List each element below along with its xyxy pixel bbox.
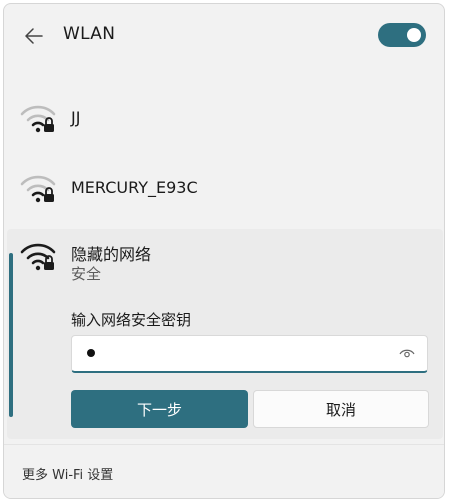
network-name: JJ: [71, 108, 81, 127]
network-item-jj[interactable]: JJ: [4, 86, 444, 152]
more-wifi-settings-link[interactable]: 更多 Wi-Fi 设置: [22, 464, 113, 483]
cancel-button[interactable]: 取消: [253, 390, 429, 428]
security-key-input[interactable]: [71, 335, 428, 373]
wifi-lock-icon: [20, 102, 60, 136]
wlan-flyout: WLAN JJ MERCURY_E93C 隐藏的网络 安全 输入网络安全密钥 下…: [3, 3, 445, 499]
eye-icon[interactable]: [399, 346, 415, 362]
network-name: MERCURY_E93C: [71, 178, 198, 197]
header: WLAN: [4, 4, 444, 68]
network-name: 隐藏的网络: [71, 245, 152, 264]
next-button[interactable]: 下一步: [71, 390, 248, 428]
password-mask: [87, 349, 95, 357]
back-arrow-icon[interactable]: [22, 24, 46, 48]
wifi-lock-icon: [20, 172, 60, 206]
network-item-hidden-expanded: 隐藏的网络 安全 输入网络安全密钥 下一步 取消: [7, 229, 443, 439]
security-key-label: 输入网络安全密钥: [71, 311, 192, 329]
page-title: WLAN: [63, 24, 116, 44]
footer: 更多 Wi-Fi 设置: [4, 444, 444, 498]
toggle-knob: [407, 28, 421, 42]
network-item-mercury[interactable]: MERCURY_E93C: [4, 156, 444, 222]
wlan-toggle[interactable]: [378, 23, 426, 47]
wifi-lock-icon: [20, 240, 60, 274]
selection-indicator: [9, 253, 13, 417]
network-security: 安全: [71, 265, 102, 283]
